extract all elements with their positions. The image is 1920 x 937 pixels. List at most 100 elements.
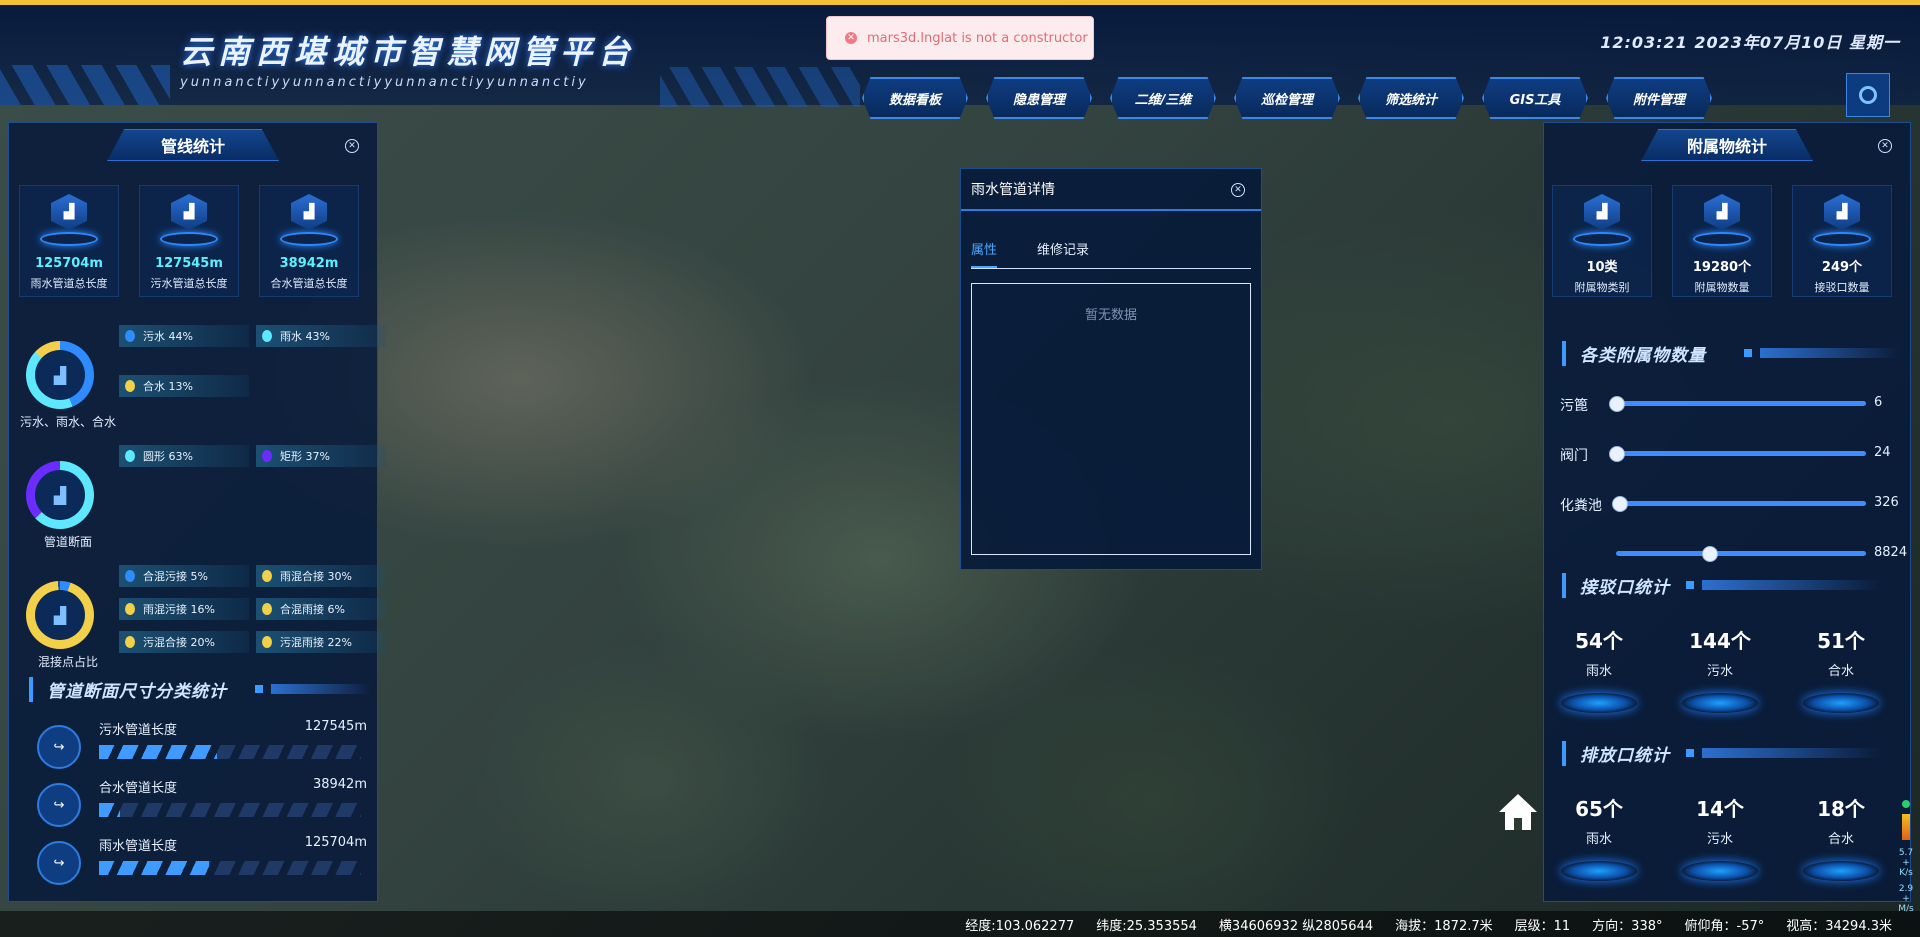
slider-track	[1616, 546, 1866, 562]
locate-button[interactable]	[1846, 73, 1890, 117]
status-lat: 纬度:25.353554	[1096, 918, 1197, 934]
detail-content: 暂无数据	[971, 283, 1251, 555]
stat-value: 19280个	[1692, 260, 1752, 275]
slider-valve: 阀门 24	[1560, 445, 1891, 464]
stat-card-rain: ▟ 125704m 雨水管道总长度	[19, 185, 119, 297]
outlet-rain: 65个 雨水	[1549, 793, 1649, 881]
empty-text: 暂无数据	[1084, 308, 1137, 323]
status-heading: 方向：338°	[1592, 918, 1663, 934]
section-title-outlets: 排放口统计	[1562, 741, 1670, 766]
pipe-icon: ↪	[37, 841, 81, 885]
stat-label: 附属物类别	[1574, 281, 1630, 294]
pipe-icon: ▟	[51, 194, 87, 230]
pipe-icon: ▟	[1584, 194, 1620, 230]
pipe-icon: ↪	[37, 783, 81, 827]
tab-divider	[971, 268, 1251, 269]
legend-mix-5: 污混合接 20%	[119, 631, 249, 653]
pipe-icon: ▟	[291, 194, 327, 230]
tab-repair-records[interactable]: 维修记录	[1037, 239, 1089, 268]
pipe-icon: ▟	[35, 590, 85, 640]
slider-knob[interactable]	[1609, 396, 1625, 412]
error-icon: ✕	[845, 32, 857, 44]
main-nav: 数据看板 隐患管理 二维/三维 巡检管理 筛选统计 GIS工具 附件管理	[862, 77, 1712, 119]
slider-septic: 化粪池 326	[1560, 495, 1899, 514]
length-name: 合水管道长度	[99, 781, 178, 796]
stat-label: 接驳口数量	[1814, 281, 1870, 294]
pipe-icon: ▟	[35, 470, 85, 520]
nav-hazard-management[interactable]: 隐患管理	[986, 77, 1092, 119]
donut-pipe-type: ▟	[26, 341, 94, 409]
stat-label: 雨水管道总长度	[30, 277, 108, 290]
length-name: 污水管道长度	[99, 723, 178, 738]
length-value: 127545m	[304, 719, 367, 734]
length-row-sewage: ↪ 污水管道长度 127545m	[37, 717, 367, 769]
hex-base	[160, 232, 218, 246]
home-icon[interactable]	[1497, 792, 1539, 832]
header-decoration-left	[0, 65, 170, 105]
legend-combined: 合水 13%	[119, 375, 249, 397]
stat-value: 127545m	[155, 256, 223, 271]
tab-attributes[interactable]: 属性	[971, 239, 998, 268]
length-row-combined: ↪ 合水管道长度 38942m	[37, 775, 367, 827]
header-decoration-mid	[660, 67, 860, 107]
status-dot	[1902, 800, 1910, 808]
section-title-connectors: 接驳口统计	[1562, 573, 1670, 598]
section-title-pipe-size: 管道断面尺寸分类统计	[29, 677, 227, 702]
pipe-detail-popup: 雨水管道详情 ✕ 属性 维修记录 暂无数据	[960, 168, 1262, 570]
slider-track	[1609, 446, 1866, 462]
stat-card-connectors: ▟ 249个 接驳口数量	[1792, 185, 1892, 297]
stat-value: 38942m	[279, 256, 339, 271]
donut-cross-section-label: 管道断面	[43, 535, 92, 549]
right-panel-close-icon[interactable]: ✕	[1878, 139, 1892, 153]
slider-knob[interactable]	[1701, 546, 1718, 562]
donut-mixed-connection-label: 混接点占比	[37, 655, 98, 669]
nav-filter-stats[interactable]: 筛选统计	[1358, 77, 1464, 119]
stat-value: 249个	[1821, 260, 1863, 275]
section-bar	[1702, 748, 1882, 758]
stat-label: 合水管道总长度	[270, 277, 348, 290]
nav-gis-tools[interactable]: GIS工具	[1482, 77, 1588, 119]
detail-title: 雨水管道详情	[971, 182, 1055, 198]
left-panel-close-icon[interactable]: ✕	[345, 139, 359, 153]
legend-sewage: 污水 44%	[119, 325, 249, 347]
length-value: 125704m	[304, 835, 367, 850]
hex-base	[1573, 232, 1631, 246]
scale-bar	[1902, 814, 1910, 840]
pipe-icon: ▟	[1704, 194, 1740, 230]
slider-track	[1611, 496, 1866, 512]
nav-data-dashboard[interactable]: 数据看板	[862, 77, 968, 119]
section-marker	[1686, 749, 1694, 757]
length-progress	[99, 861, 361, 875]
donut-mixed-connection: ▟	[26, 581, 94, 649]
status-view-height: 视高：34294.3米	[1786, 918, 1892, 934]
pipe-icon: ▟	[35, 350, 85, 400]
section-bar	[1760, 348, 1900, 358]
slider-track	[1609, 396, 1866, 412]
legend-mix-6: 污混雨接 22%	[256, 631, 386, 653]
status-level: 层级：11	[1514, 918, 1571, 934]
detail-close-icon[interactable]: ✕	[1231, 183, 1245, 197]
stat-card-sewage: ▟ 127545m 污水管道总长度	[139, 185, 239, 297]
speed-scale: 5.7 + K/s 2.9 + M/s	[1898, 800, 1914, 914]
length-name: 雨水管道长度	[99, 839, 178, 854]
status-alt: 海拔：1872.7米	[1395, 918, 1493, 934]
slider-knob[interactable]	[1609, 446, 1625, 462]
slider-knob[interactable]	[1611, 496, 1628, 512]
donut-cross-section: ▟	[26, 461, 94, 529]
pipe-icon: ▟	[1824, 194, 1860, 230]
section-marker	[1686, 581, 1694, 589]
length-progress	[99, 803, 361, 817]
nav-inspection[interactable]: 巡检管理	[1234, 77, 1340, 119]
connector-rain: 54个 雨水	[1549, 625, 1649, 713]
connector-sewage: 144个 污水	[1670, 625, 1770, 713]
error-message: mars3d.lnglat is not a constructor	[867, 30, 1088, 46]
hex-base	[280, 232, 338, 246]
section-marker	[255, 685, 263, 693]
length-row-rain: ↪ 雨水管道长度 125704m	[37, 833, 367, 885]
slider-other: 8824	[1560, 543, 1907, 563]
nav-attachments[interactable]: 附件管理	[1606, 77, 1712, 119]
app-title: 云南西堪城市智慧网管平台	[180, 33, 637, 71]
length-progress	[99, 745, 361, 759]
nav-2d-3d[interactable]: 二维/三维	[1110, 77, 1216, 119]
slider-grate: 污篦 6	[1560, 395, 1883, 414]
